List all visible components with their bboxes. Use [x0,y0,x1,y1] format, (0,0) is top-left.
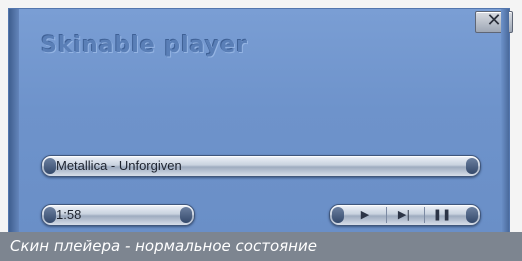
bar-cap-right [180,207,192,223]
pause-button[interactable]: ❚❚ [424,207,459,223]
close-icon: ✕ [486,10,502,31]
bar-cap-left [44,158,56,174]
bar-cap-left [44,207,56,223]
player-skin: Skinable player ✕ Metallica - Unforgiven… [8,8,513,234]
play-icon: ▶ [360,208,370,221]
figure-caption: Скин плейера - нормальное состояние [0,232,522,261]
track-display: Metallica - Unforgiven [41,155,481,177]
bar-cap-right [466,207,478,223]
time-value: 1:58 [56,207,82,222]
close-button[interactable]: ✕ [475,11,513,33]
time-display: 1:58 [41,204,195,226]
bar-cap-left [332,207,344,223]
track-label: Metallica - Unforgiven [56,158,182,173]
play-button[interactable]: ▶ [348,207,382,223]
bar-cap-right [466,158,478,174]
next-button[interactable]: ▶| [386,207,421,223]
player-title: Skinable player [41,33,248,58]
pause-icon: ❚❚ [432,208,452,221]
next-icon: ▶| [397,208,411,221]
playback-controls: ▶ ▶| ❚❚ [329,204,481,226]
